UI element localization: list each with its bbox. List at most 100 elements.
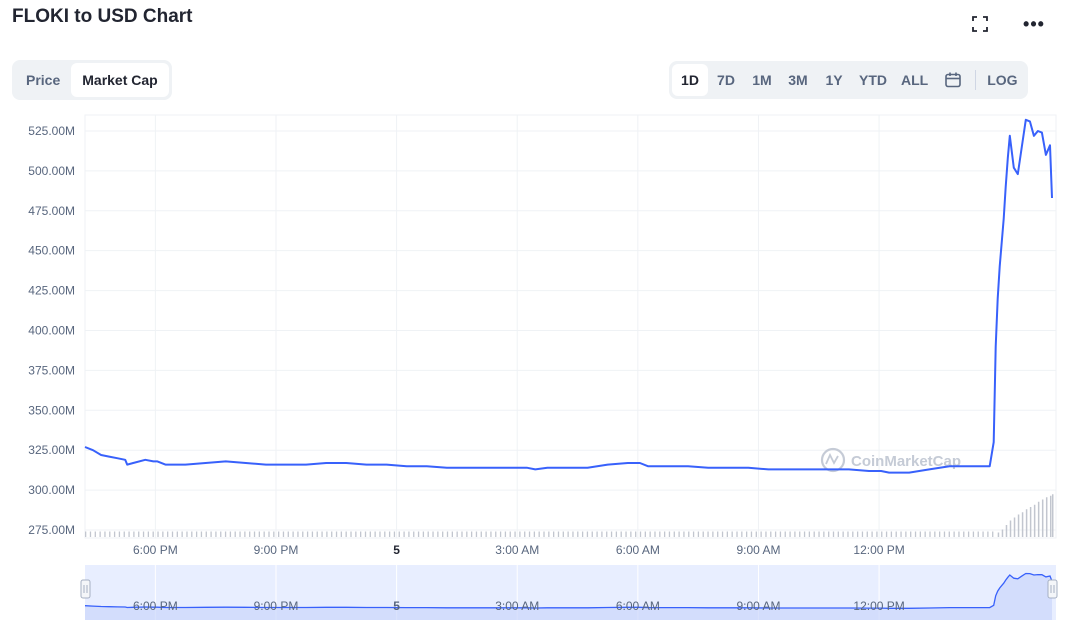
market-cap-tab[interactable]: Market Cap — [71, 63, 169, 97]
volume-bar — [94, 531, 96, 537]
volume-bar — [364, 531, 367, 537]
volume-bar — [914, 531, 917, 537]
range-all-button[interactable]: ALL — [894, 64, 935, 96]
volume-bar — [837, 531, 839, 537]
navigator-left-handle[interactable] — [80, 579, 91, 599]
volume-bar — [335, 531, 338, 537]
volume-bar — [895, 531, 897, 537]
volume-bar — [200, 531, 203, 537]
y-tick-label: 325.00M — [28, 443, 75, 457]
volume-bar — [668, 531, 671, 537]
volume-bar — [220, 531, 222, 537]
volume-bar — [152, 531, 154, 537]
volume-bar — [663, 531, 666, 537]
volume-bar — [345, 531, 347, 537]
volume-bar — [900, 531, 902, 537]
y-tick-label: 350.00M — [28, 403, 75, 417]
volume-bar — [726, 531, 729, 537]
range-3m-button[interactable]: 3M — [780, 64, 816, 96]
volume-bar — [779, 531, 782, 537]
volume-bar — [789, 531, 791, 537]
volume-bar — [856, 531, 859, 537]
volume-bar — [509, 531, 511, 537]
volume-bar — [871, 531, 873, 537]
y-axis-labels: 275.00M 300.00M 325.00M 350.00M 375.00M 400.0… — [28, 124, 75, 537]
volume-bar — [610, 531, 613, 537]
volume-bar — [948, 531, 950, 537]
calendar-icon[interactable] — [935, 64, 971, 96]
volume-bar — [437, 531, 439, 537]
volume-bar — [938, 531, 941, 537]
volume-bar — [750, 531, 753, 537]
volume-bar — [167, 531, 169, 537]
volume-bar — [128, 531, 130, 537]
volume-bar — [943, 531, 946, 537]
volume-bar — [292, 531, 294, 537]
volume-bar — [340, 531, 343, 537]
volume-bar — [929, 531, 931, 537]
volume-bar — [1013, 517, 1016, 537]
volume-bar — [861, 531, 864, 537]
volume-bar — [963, 531, 965, 537]
range-ytd-button[interactable]: YTD — [852, 64, 894, 96]
volume-bar — [591, 531, 593, 537]
range-1m-button[interactable]: 1M — [744, 64, 780, 96]
chart-type-toggle: Price Market Cap — [12, 60, 172, 100]
volume-bar — [461, 531, 463, 537]
y-tick-label: 300.00M — [28, 483, 75, 497]
volume-bar — [224, 531, 227, 537]
log-scale-button[interactable]: LOG — [980, 64, 1024, 96]
volume-bar — [543, 531, 545, 537]
volume-bar — [692, 531, 695, 537]
volume-bar — [360, 531, 362, 537]
price-series — [84, 118, 1053, 474]
volume-bar — [649, 531, 651, 537]
volume-bar — [644, 531, 646, 537]
volume-bar — [374, 531, 376, 537]
volume-bar — [885, 531, 888, 537]
volume-bar — [731, 531, 733, 537]
volume-bar — [736, 531, 738, 537]
volume-bar — [567, 531, 569, 537]
fullscreen-icon[interactable] — [968, 12, 992, 36]
volume-bar — [302, 531, 304, 537]
volume-bar — [157, 531, 159, 537]
volume-bar — [355, 531, 357, 537]
volume-bar — [977, 531, 979, 537]
volume-bar — [316, 531, 318, 537]
navigator-right-handle[interactable] — [1047, 579, 1058, 599]
volume-bar — [553, 531, 555, 537]
range-7d-button[interactable]: 7D — [708, 64, 744, 96]
volume-bar — [205, 531, 207, 537]
volume-bar — [258, 531, 260, 537]
navigator-tick-label: 12:00 PM — [853, 599, 904, 613]
volume-bar — [176, 531, 178, 537]
volume-bar — [504, 531, 507, 537]
volume-bar — [1033, 504, 1036, 537]
volume-bar — [934, 531, 936, 537]
volume-bar — [1001, 529, 1004, 537]
volume-bar — [104, 531, 106, 537]
volume-bar — [876, 531, 878, 537]
volume-bar — [432, 531, 434, 537]
volume-bar — [524, 531, 526, 537]
navigator-tick-label: 5 — [393, 599, 400, 613]
navigator-tick-label: 3:00 AM — [495, 599, 539, 613]
y-tick-label: 375.00M — [28, 363, 75, 377]
volume-bar — [384, 531, 386, 537]
volume-bar — [191, 531, 193, 537]
volume-bar — [982, 531, 984, 537]
volume-bar — [403, 531, 405, 537]
volume-bar — [249, 531, 251, 537]
volume-bar — [606, 531, 608, 537]
navigator[interactable]: 6:00 PM 9:00 PM 5 3:00 AM 6:00 AM 9:00 AM 12:0… — [80, 565, 1058, 620]
volume-bar — [306, 531, 309, 537]
range-1d-button[interactable]: 1D — [672, 64, 708, 96]
price-tab[interactable]: Price — [15, 63, 71, 97]
plot-frame — [84, 114, 1057, 539]
time-range-selector: 1D 7D 1M 3M 1Y YTD ALL LOG — [669, 61, 1028, 99]
range-1y-button[interactable]: 1Y — [816, 64, 852, 96]
volume-bar — [499, 531, 502, 537]
more-horizontal-icon[interactable]: ••• — [1022, 12, 1046, 36]
volume-bar — [620, 531, 622, 537]
